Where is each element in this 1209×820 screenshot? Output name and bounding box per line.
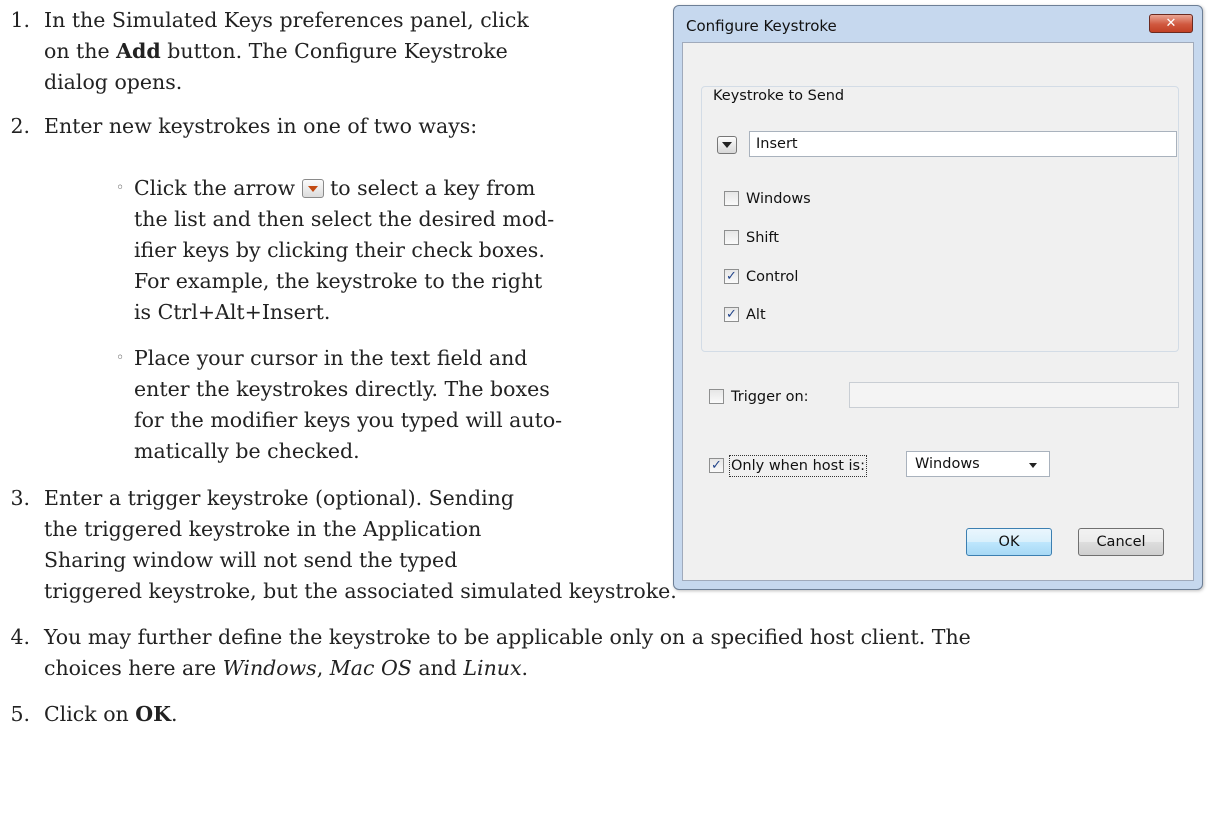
- key-dropdown-button[interactable]: [717, 136, 737, 154]
- dialog-title: Configure Keystroke: [686, 17, 837, 35]
- key-value: Insert: [756, 136, 798, 152]
- step-number: 1.: [10, 8, 30, 32]
- control-checkbox[interactable]: [724, 268, 739, 286]
- step-number: 4.: [10, 625, 30, 649]
- step-1-line-1: In the Simulated Keys preferences panel,…: [44, 8, 529, 32]
- sub-step-2-line-3: for the modifier keys you typed will aut…: [134, 408, 563, 432]
- ok-button[interactable]: OK: [966, 528, 1052, 556]
- host-checkbox[interactable]: [709, 457, 724, 475]
- alt-label: Alt: [746, 307, 766, 323]
- step-4-line-2: choices here are Windows, Mac OS and Lin…: [44, 656, 529, 680]
- trigger-label: Trigger on:: [731, 389, 809, 405]
- step-number: 2.: [10, 114, 30, 138]
- sub-step-1-line-3: ifier keys by clicking their check boxes…: [134, 238, 545, 262]
- sub-step-1-line-1: Click the arrow to select a key from: [134, 176, 536, 200]
- trigger-checkbox[interactable]: [709, 389, 724, 404]
- cancel-button[interactable]: Cancel: [1078, 528, 1164, 556]
- ok-keyword: OK: [135, 702, 171, 726]
- step-3-line-3: Sharing window will not send the typed: [44, 548, 458, 572]
- alt-checkbox[interactable]: [724, 306, 739, 324]
- step-1-line-2: on the Add button. The Configure Keystro…: [44, 39, 508, 63]
- close-icon: ✕: [1165, 16, 1177, 31]
- sub-step-2-line-4: matically be checked.: [134, 439, 360, 463]
- trigger-input[interactable]: [849, 382, 1179, 408]
- dropdown-arrow-icon: [301, 179, 324, 198]
- shift-label: Shift: [746, 230, 779, 246]
- group-label: Keystroke to Send: [710, 87, 848, 105]
- windows-checkbox[interactable]: [724, 191, 739, 206]
- shift-checkbox[interactable]: [724, 230, 739, 245]
- control-label: Control: [746, 269, 799, 285]
- step-number: 3.: [10, 486, 30, 510]
- step-4-line-1: You may further define the keystroke to …: [44, 625, 971, 649]
- sub-step-1-line-5: is Ctrl+Alt+Insert.: [134, 300, 331, 324]
- keystroke-group: [701, 86, 1179, 352]
- host-select-value: Windows: [915, 456, 980, 472]
- step-2-line-1: Enter new keystrokes in one of two ways:: [44, 114, 478, 138]
- close-button[interactable]: ✕: [1149, 14, 1193, 33]
- sub-step-2-line-1: Place your cursor in the text field and: [134, 346, 528, 370]
- dialog-titlebar[interactable]: Configure Keystroke ✕: [674, 6, 1202, 42]
- host-label: Only when host is:: [729, 455, 867, 477]
- host-select[interactable]: Windows: [906, 451, 1050, 477]
- sub-bullet: ◦: [116, 350, 125, 366]
- chevron-down-icon: [1029, 463, 1037, 468]
- sub-step-2-line-2: enter the keystrokes directly. The boxes: [134, 377, 550, 401]
- sub-step-1-line-4: For example, the keystroke to the right: [134, 269, 543, 293]
- step-3-line-2: the triggered keystroke in the Applicati…: [44, 517, 482, 541]
- key-input[interactable]: Insert: [749, 131, 1177, 157]
- step-3-line-1: Enter a trigger keystroke (optional). Se…: [44, 486, 514, 510]
- step-5-line-1: Click on OK.: [44, 702, 178, 726]
- step-number: 5.: [10, 702, 30, 726]
- sub-step-1-line-2: the list and then select the desired mod…: [134, 207, 555, 231]
- step-3-line-4: triggered keystroke, but the associated …: [44, 579, 677, 603]
- add-keyword: Add: [116, 39, 161, 63]
- step-1-line-3: dialog opens.: [44, 70, 183, 94]
- windows-label: Windows: [746, 191, 811, 207]
- sub-bullet: ◦: [116, 180, 125, 196]
- configure-keystroke-dialog: Configure Keystroke ✕ Keystroke to Send …: [673, 5, 1203, 590]
